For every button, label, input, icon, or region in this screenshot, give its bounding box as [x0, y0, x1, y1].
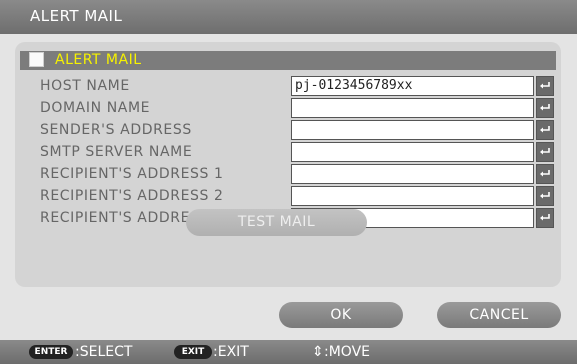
test-mail-button[interactable]: TEST MAIL	[186, 209, 367, 236]
smtp-server-name-enter-button[interactable]	[536, 142, 554, 162]
sender-address-label: SENDER'S ADDRESS	[40, 122, 192, 138]
domain-name-input[interactable]	[291, 98, 534, 118]
field-row-host-name: HOST NAME pj-0123456789xx	[15, 75, 561, 97]
recipient-address-2-label: RECIPIENT'S ADDRESS 2	[40, 188, 224, 204]
dialog-title: ALERT MAIL	[0, 0, 577, 34]
enter-key-badge: ENTER	[29, 345, 73, 359]
field-row-smtp-server-name: SMTP SERVER NAME	[15, 141, 561, 163]
enter-arrow-icon	[540, 104, 550, 111]
enter-arrow-icon	[540, 192, 550, 199]
move-action-text: :MOVE	[324, 344, 370, 360]
host-name-enter-button[interactable]	[536, 76, 554, 96]
recipient-address-2-enter-button[interactable]	[536, 186, 554, 206]
recipient-address-2-input[interactable]	[291, 186, 534, 206]
cancel-button[interactable]: CANCEL	[437, 302, 561, 328]
domain-name-enter-button[interactable]	[536, 98, 554, 118]
recipient-address-3-enter-button[interactable]	[536, 208, 554, 228]
sender-address-enter-button[interactable]	[536, 120, 554, 140]
alert-mail-panel: ALERT MAIL HOST NAME pj-0123456789xx DOM…	[15, 42, 561, 287]
up-down-arrows-icon: ⇕	[312, 344, 324, 360]
smtp-server-name-input[interactable]	[291, 142, 534, 162]
field-row-recipient-address-1: RECIPIENT'S ADDRESS 1	[15, 163, 561, 185]
ok-button[interactable]: OK	[279, 302, 403, 328]
field-row-recipient-address-2: RECIPIENT'S ADDRESS 2	[15, 185, 561, 207]
alert-mail-toggle-row[interactable]: ALERT MAIL	[20, 51, 556, 70]
enter-arrow-icon	[540, 82, 550, 89]
key-hint-bar: ENTER :SELECT EXIT :EXIT ⇕ :MOVE	[0, 340, 577, 364]
domain-name-label: DOMAIN NAME	[40, 100, 151, 116]
exit-action-text: :EXIT	[213, 344, 249, 360]
alert-mail-checkbox[interactable]	[29, 52, 44, 67]
field-row-domain-name: DOMAIN NAME	[15, 97, 561, 119]
alert-mail-label: ALERT MAIL	[55, 52, 142, 68]
host-name-input[interactable]: pj-0123456789xx	[291, 76, 534, 96]
sender-address-input[interactable]	[291, 120, 534, 140]
recipient-address-1-input[interactable]	[291, 164, 534, 184]
exit-key-badge: EXIT	[174, 345, 212, 359]
field-row-sender-address: SENDER'S ADDRESS	[15, 119, 561, 141]
smtp-server-name-label: SMTP SERVER NAME	[40, 144, 193, 160]
enter-action-text: :SELECT	[75, 344, 133, 360]
enter-arrow-icon	[540, 126, 550, 133]
enter-arrow-icon	[540, 148, 550, 155]
recipient-address-1-enter-button[interactable]	[536, 164, 554, 184]
enter-arrow-icon	[540, 170, 550, 177]
recipient-address-1-label: RECIPIENT'S ADDRESS 1	[40, 166, 224, 182]
enter-arrow-icon	[540, 214, 550, 221]
host-name-label: HOST NAME	[40, 78, 130, 94]
